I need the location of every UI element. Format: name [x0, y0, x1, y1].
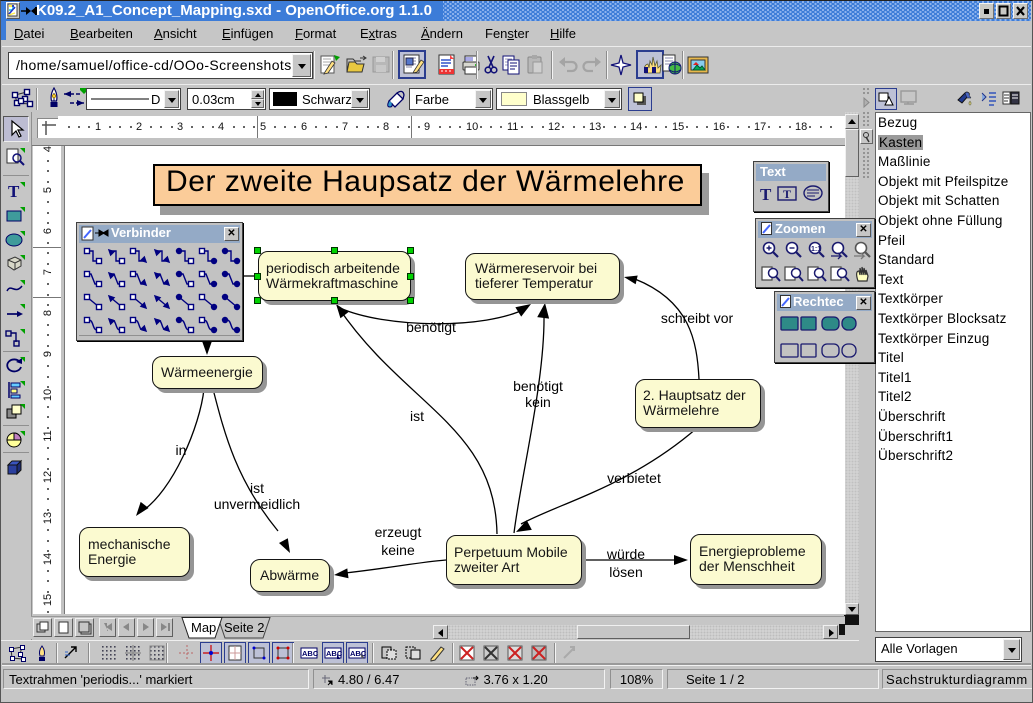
svg-text:Seite 2: Seite 2 [224, 620, 264, 635]
svg-text:Map: Map [191, 620, 216, 635]
svg-text:1:1: 1:1 [811, 246, 821, 253]
svg-text:T: T [760, 185, 772, 204]
svg-text:ABC: ABC [326, 649, 342, 658]
svg-text:ABC: ABC [302, 649, 318, 658]
svg-text:T: T [783, 187, 791, 201]
svg-text:T: T [8, 182, 20, 201]
